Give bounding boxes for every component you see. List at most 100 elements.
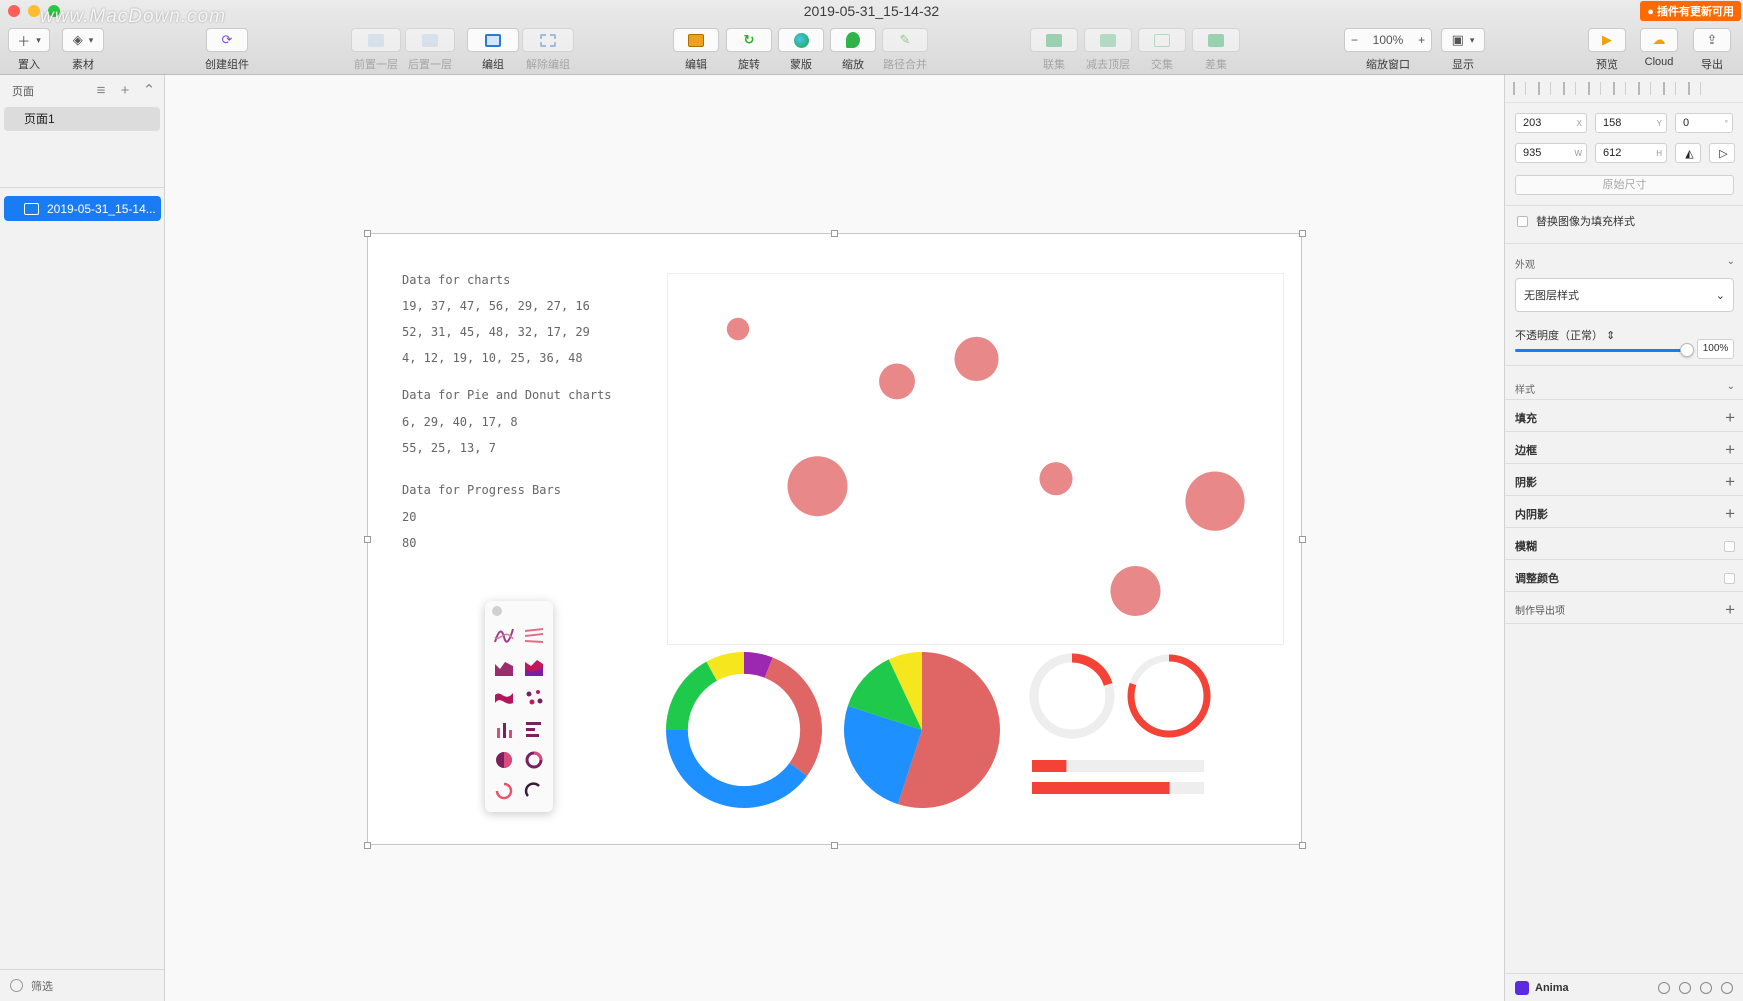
preview-tool[interactable]: ▶ 预览 <box>1588 28 1626 72</box>
collapse-icon[interactable]: ⌃ <box>142 83 156 98</box>
scale-button[interactable] <box>830 28 876 52</box>
union-button[interactable] <box>1030 28 1078 52</box>
difference-tool[interactable]: 差集 <box>1192 28 1240 72</box>
backward-button[interactable] <box>405 28 455 52</box>
border-row[interactable]: 边框 + <box>1515 441 1735 458</box>
preview-button[interactable]: ▶ <box>1588 28 1626 52</box>
insert-tool[interactable]: ＋ ▾ 置入 <box>8 28 50 72</box>
blur-checkbox[interactable] <box>1724 540 1735 552</box>
zoom-out-icon[interactable]: − <box>1351 33 1358 47</box>
x-field[interactable]: 203 X <box>1515 113 1587 133</box>
rotation-field[interactable]: 0 ° <box>1675 113 1733 133</box>
forward-tool[interactable]: 前置一层 <box>351 28 401 72</box>
align-left-icon[interactable] <box>1513 82 1526 95</box>
adjust-color-row[interactable]: 调整颜色 <box>1515 570 1735 586</box>
fill-row[interactable]: 填充 + <box>1515 409 1735 426</box>
align-middle-icon[interactable] <box>1638 82 1651 95</box>
inner-shadow-row[interactable]: 内阴影 + <box>1515 505 1735 522</box>
compass-icon[interactable] <box>1721 981 1733 994</box>
layout-icon[interactable] <box>1679 981 1691 994</box>
zoom-in-icon[interactable]: + <box>1418 33 1425 47</box>
opacity-slider-handle[interactable] <box>1680 343 1694 357</box>
ungroup-tool[interactable]: 解除编组 <box>522 28 574 72</box>
align-bottom-icon[interactable] <box>1663 82 1676 95</box>
mask-tool[interactable]: 蒙版 <box>778 28 824 72</box>
path-merge-button[interactable]: ✎ <box>882 28 928 52</box>
add-page-icon[interactable]: + <box>118 83 132 98</box>
export-tool[interactable]: ⇪ 导出 <box>1693 28 1731 72</box>
forward-button[interactable] <box>351 28 401 52</box>
rotate-tool[interactable]: ↻ 旋转 <box>726 28 772 72</box>
add-export-icon[interactable]: + <box>1725 601 1735 618</box>
shadow-row[interactable]: 阴影 + <box>1515 473 1735 490</box>
original-size-button[interactable]: 原始尺寸 <box>1515 175 1734 195</box>
resize-handle[interactable] <box>1299 842 1306 849</box>
canvas[interactable]: Data for charts 19, 37, 47, 56, 29, 27, … <box>165 75 1504 1001</box>
edit-button[interactable] <box>673 28 719 52</box>
plugin-update-badge[interactable]: ● 插件有更新可用 <box>1640 1 1741 21</box>
subtract-tool[interactable]: 减去顶层 <box>1084 28 1132 72</box>
appearance-header[interactable]: 外观 ⌄ <box>1515 256 1735 271</box>
align-right-icon[interactable] <box>1588 82 1601 95</box>
resize-handle[interactable] <box>1299 536 1306 543</box>
replace-fill-row[interactable]: 替换图像为填充样式 <box>1517 213 1635 229</box>
union-tool[interactable]: 联集 <box>1030 28 1078 72</box>
layer-style-select[interactable]: 无图层样式 ⌄ <box>1515 278 1734 312</box>
rotate-button[interactable]: ↻ <box>726 28 772 52</box>
add-shadow-icon[interactable]: + <box>1725 473 1735 490</box>
assets-button[interactable]: ◈ ▾ <box>62 28 104 52</box>
style-header[interactable]: 样式 ⌄ <box>1515 381 1735 396</box>
list-icon[interactable]: ≡ <box>94 83 108 98</box>
export-row[interactable]: 制作导出项 + <box>1515 601 1735 618</box>
mask-button[interactable] <box>778 28 824 52</box>
distribute-v-icon[interactable] <box>1688 82 1701 95</box>
view-tool[interactable]: ▣ ▾ 显示 <box>1441 28 1485 72</box>
zoom-tool[interactable]: − 100% + 缩放窗口 <box>1344 28 1432 72</box>
edit-tool[interactable]: 编辑 <box>673 28 719 72</box>
add-fill-icon[interactable]: + <box>1725 409 1735 426</box>
intersect-tool[interactable]: 交集 <box>1138 28 1186 72</box>
view-button[interactable]: ▣ ▾ <box>1441 28 1485 52</box>
ungroup-button[interactable] <box>522 28 574 52</box>
align-center-icon[interactable] <box>1563 82 1576 95</box>
resize-handle[interactable] <box>364 230 371 237</box>
subtract-button[interactable] <box>1084 28 1132 52</box>
height-field[interactable]: 612 H <box>1595 143 1667 163</box>
width-field[interactable]: 935 W <box>1515 143 1587 163</box>
group-tool[interactable]: 编组 <box>467 28 519 72</box>
adjust-color-checkbox[interactable] <box>1724 572 1735 584</box>
resize-handle[interactable] <box>364 842 371 849</box>
layer-item[interactable]: 2019-05-31_15-14... <box>4 196 161 221</box>
group-button[interactable] <box>467 28 519 52</box>
backward-tool[interactable]: 后置一层 <box>405 28 455 72</box>
distribute-h-icon[interactable] <box>1538 82 1551 95</box>
resize-handle[interactable] <box>831 230 838 237</box>
assets-tool[interactable]: ◈ ▾ 素材 <box>62 28 104 72</box>
zoom-control[interactable]: − 100% + <box>1344 28 1432 52</box>
resize-handle[interactable] <box>831 842 838 849</box>
flip-vertical-button[interactable]: ▷ <box>1709 143 1735 163</box>
create-component-tool[interactable]: ⟳ 创建组件 <box>205 28 249 72</box>
replace-fill-checkbox[interactable] <box>1517 215 1528 227</box>
flip-horizontal-button[interactable]: ◭ <box>1675 143 1701 163</box>
cloud-tool[interactable]: ☁ Cloud <box>1640 28 1678 68</box>
add-inner-shadow-icon[interactable]: + <box>1725 505 1735 522</box>
y-field[interactable]: 158 Y <box>1595 113 1667 133</box>
anima-logo-icon[interactable] <box>1515 980 1529 995</box>
difference-button[interactable] <box>1192 28 1240 52</box>
export-button[interactable]: ⇪ <box>1693 28 1731 52</box>
resize-handle[interactable] <box>1299 230 1306 237</box>
blur-row[interactable]: 模糊 <box>1515 538 1735 554</box>
insert-button[interactable]: ＋ ▾ <box>8 28 50 52</box>
path-merge-tool[interactable]: ✎ 路径合并 <box>882 28 928 72</box>
anima-label[interactable]: Anima <box>1535 982 1569 994</box>
create-component-button[interactable]: ⟳ <box>206 28 248 52</box>
cloud-button[interactable]: ☁ <box>1640 28 1678 52</box>
filter-bar[interactable]: 筛选 <box>0 969 164 1001</box>
page-item[interactable]: 页面1 <box>4 107 160 131</box>
intersect-button[interactable] <box>1138 28 1186 52</box>
scale-tool[interactable]: 缩放 <box>830 28 876 72</box>
resize-handle[interactable] <box>364 536 371 543</box>
opacity-slider[interactable] <box>1515 349 1685 352</box>
add-border-icon[interactable]: + <box>1725 441 1735 458</box>
